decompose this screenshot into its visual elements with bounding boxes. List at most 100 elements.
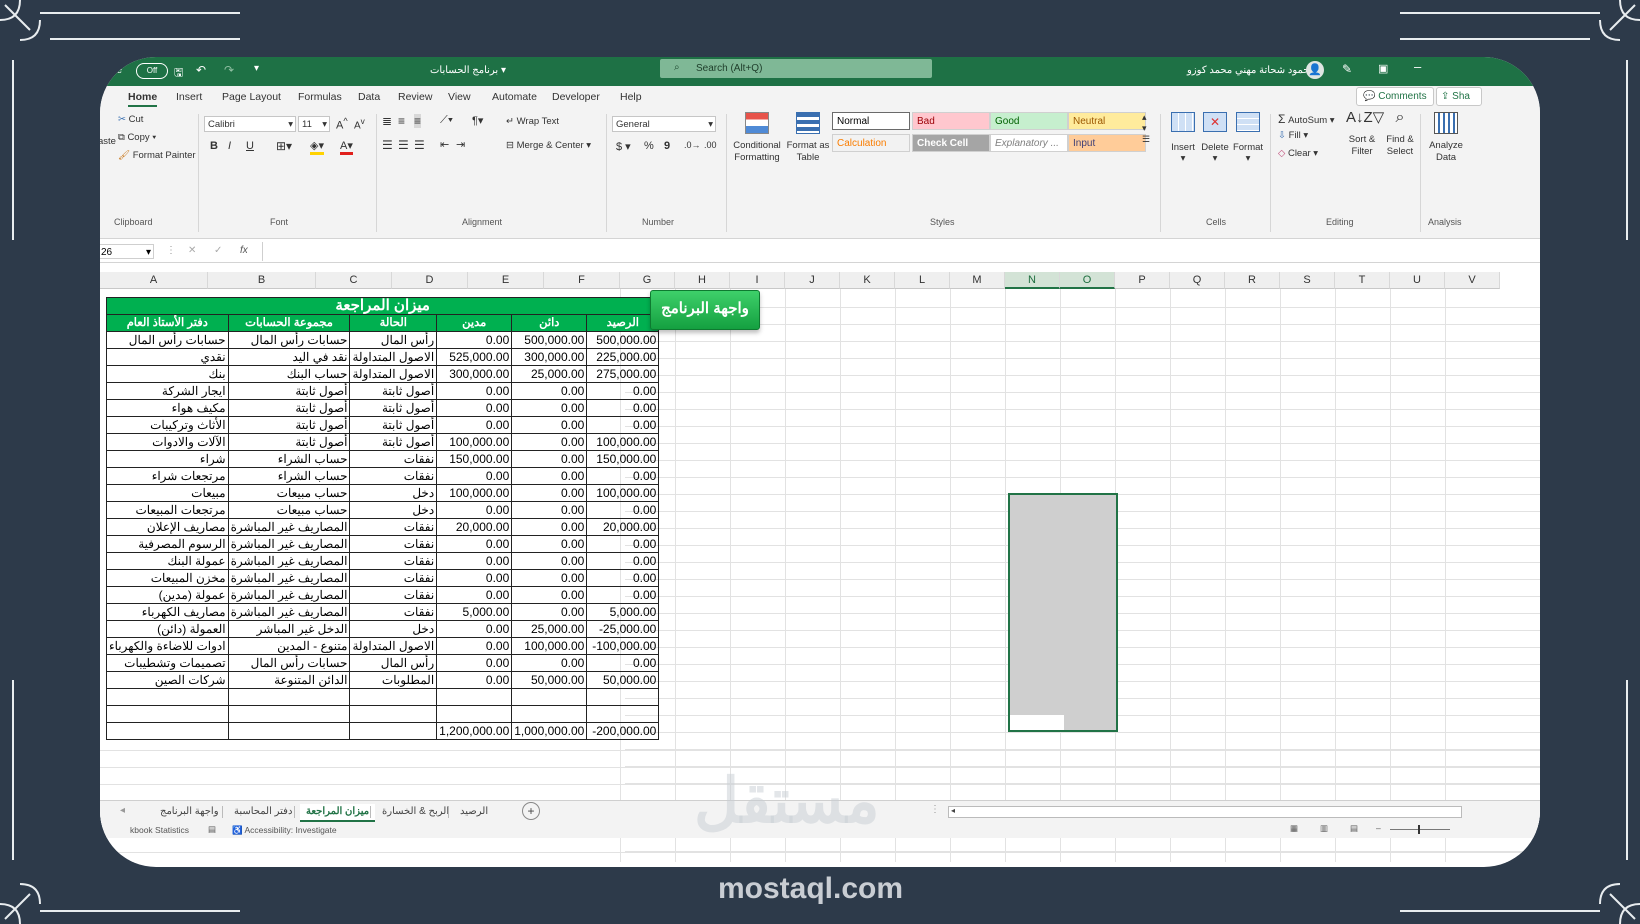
align-center-icon[interactable]: ☰ <box>398 138 409 152</box>
total-cell[interactable]: 1,000,000.00 <box>511 722 588 740</box>
align-middle-icon[interactable]: ≡ <box>398 114 405 128</box>
normal-view-icon[interactable]: ▦ <box>1290 823 1298 834</box>
prev-sheet-icon[interactable]: ◂ <box>120 805 125 816</box>
column-header-a[interactable]: A <box>100 272 208 289</box>
table-cell[interactable]: 0.00 <box>436 671 513 689</box>
tab-view[interactable]: View <box>448 91 471 103</box>
table-cell[interactable]: 100,000.00 <box>586 433 660 451</box>
table-cell[interactable]: 0.00 <box>511 501 588 519</box>
table-cell[interactable]: نفقات <box>349 603 438 621</box>
percent-button[interactable]: % <box>644 140 654 152</box>
paste-label[interactable]: aste <box>100 136 116 147</box>
table-cell[interactable]: 0.00 <box>436 382 513 400</box>
table-cell[interactable]: 500,000.00 <box>511 331 588 349</box>
table-cell[interactable]: أصول ثابتة <box>349 382 438 400</box>
table-cell[interactable]: مرتجعات المبيعات <box>106 501 229 519</box>
table-cell[interactable]: الآلات والادوات <box>106 433 229 451</box>
file-title[interactable]: برنامج الحسابات ▾ <box>430 65 506 76</box>
table-cell[interactable]: 0.00 <box>436 637 513 655</box>
column-header-m[interactable]: M <box>950 272 1005 289</box>
table-cell[interactable]: 0.00 <box>586 399 660 417</box>
merge-center-button[interactable]: ⊟ Merge & Center ▾ <box>506 140 591 151</box>
increase-indent-icon[interactable]: ⇥ <box>456 138 465 151</box>
table-cell[interactable]: 0.00 <box>586 416 660 434</box>
total-cell[interactable] <box>227 722 351 740</box>
table-cell[interactable]: أصول ثابتة <box>349 433 438 451</box>
table-cell[interactable]: ايجار الشركة <box>106 382 229 400</box>
font-size-select[interactable]: 11 ▾ <box>298 116 330 132</box>
table-cell[interactable]: نفقات <box>349 552 438 570</box>
table-cell[interactable]: 100,000.00 <box>586 484 660 502</box>
column-header-u[interactable]: U <box>1390 272 1445 289</box>
column-header-f[interactable]: F <box>544 272 620 289</box>
sheet-tab[interactable]: دفتر المحاسبة <box>228 804 298 820</box>
column-header-g[interactable]: G <box>620 272 675 289</box>
search-box[interactable]: ⌕ Search (Alt+Q) <box>660 59 932 78</box>
table-cell[interactable]: 275,000.00 <box>586 365 660 383</box>
accessibility-status[interactable]: ♿ Accessibility: Investigate <box>232 825 337 836</box>
column-header-b[interactable]: B <box>208 272 316 289</box>
table-cell[interactable]: 0.00 <box>511 654 588 672</box>
wrap-text-button[interactable]: ↵ Wrap Text <box>506 116 559 127</box>
align-left-icon[interactable]: ☰ <box>382 138 393 152</box>
table-cell[interactable]: 25,000.00 <box>511 620 588 638</box>
table-cell[interactable]: 50,000.00 <box>511 671 588 689</box>
table-cell[interactable]: 0.00 <box>586 501 660 519</box>
table-cell[interactable]: 0.00 <box>436 331 513 349</box>
number-format-select[interactable]: General ▾ <box>612 116 716 132</box>
align-bottom-icon[interactable]: ≡ <box>414 114 422 128</box>
table-cell[interactable]: نفقات <box>349 450 438 468</box>
sheet-tab[interactable]: ميزان المراجعة <box>300 804 376 822</box>
table-cell[interactable]: 0.00 <box>511 399 588 417</box>
pen-icon[interactable]: ✎ <box>1342 62 1352 76</box>
table-cell[interactable]: مصاريف الكهرباء <box>106 603 229 621</box>
gallery-scroll-icon[interactable]: ▴ ▾ ☰ <box>1142 112 1150 145</box>
table-cell[interactable]: 5,000.00 <box>436 603 513 621</box>
table-cell[interactable]: ادوات للاضاءة والكهرباء <box>106 637 229 655</box>
table-cell[interactable]: المصاريف غير المباشرة <box>227 518 351 536</box>
table-cell[interactable]: 25,000.00 <box>511 365 588 383</box>
table-cell[interactable]: نفقات <box>349 467 438 485</box>
column-header-t[interactable]: T <box>1335 272 1390 289</box>
table-cell[interactable]: 0.00 <box>436 654 513 672</box>
fill-color-icon[interactable]: ◈▾ <box>310 139 324 155</box>
column-header-v[interactable]: V <box>1445 272 1500 289</box>
table-cell[interactable]: حساب مبيعات <box>227 484 351 502</box>
decrease-decimal-icon[interactable]: .00 <box>704 140 717 150</box>
column-header-j[interactable]: J <box>785 272 840 289</box>
table-cell[interactable]: مبيعات <box>106 484 229 502</box>
table-cell[interactable]: 0.00 <box>586 382 660 400</box>
table-cell[interactable]: الاصول المتداولة <box>349 637 438 655</box>
customize-qat-icon[interactable]: ▾ <box>254 63 259 74</box>
table-cell[interactable]: رأس المال <box>349 654 438 672</box>
page-break-view-icon[interactable]: ▤ <box>1350 823 1358 834</box>
table-cell[interactable] <box>511 688 588 706</box>
table-cell[interactable] <box>436 688 513 706</box>
table-cell[interactable]: مكيف هواء <box>106 399 229 417</box>
program-interface-button[interactable]: واجهة البرنامج <box>650 290 760 330</box>
user-name[interactable]: محمود شحاتة مهني محمد كوزو <box>1187 65 1315 76</box>
table-cell[interactable]: المصاريف غير المباشرة <box>227 552 351 570</box>
table-cell[interactable]: شركات الصين <box>106 671 229 689</box>
column-header-e[interactable]: E <box>468 272 544 289</box>
table-cell[interactable] <box>511 705 588 723</box>
text-direction-icon[interactable]: ¶▾ <box>472 114 483 127</box>
format-as-table-button[interactable]: Format as Table <box>786 112 830 164</box>
total-cell[interactable]: 1,200,000.00 <box>436 722 513 740</box>
table-cell[interactable]: المطلوبات <box>349 671 438 689</box>
borders-icon[interactable]: ⊞▾ <box>276 139 292 153</box>
table-cell[interactable]: مرتجعات شراء <box>106 467 229 485</box>
cell-style-normal[interactable]: Normal <box>832 112 910 130</box>
table-cell[interactable]: المصاريف غير المباشرة <box>227 535 351 553</box>
column-header-r[interactable]: R <box>1225 272 1280 289</box>
cancel-icon[interactable]: ✕ <box>188 245 196 256</box>
tab-home[interactable]: Home <box>128 91 158 107</box>
table-cell[interactable]: المصاريف غير المباشرة <box>227 586 351 604</box>
table-cell[interactable]: 0.00 <box>511 433 588 451</box>
total-cell[interactable]: -200,000.00 <box>586 722 660 740</box>
sheet-tab[interactable]: الرصيد <box>454 804 494 820</box>
table-cell[interactable]: 0.00 <box>511 552 588 570</box>
shrink-font-icon[interactable]: Av <box>354 116 365 131</box>
table-cell[interactable] <box>227 705 351 723</box>
table-cell[interactable]: 0.00 <box>436 586 513 604</box>
